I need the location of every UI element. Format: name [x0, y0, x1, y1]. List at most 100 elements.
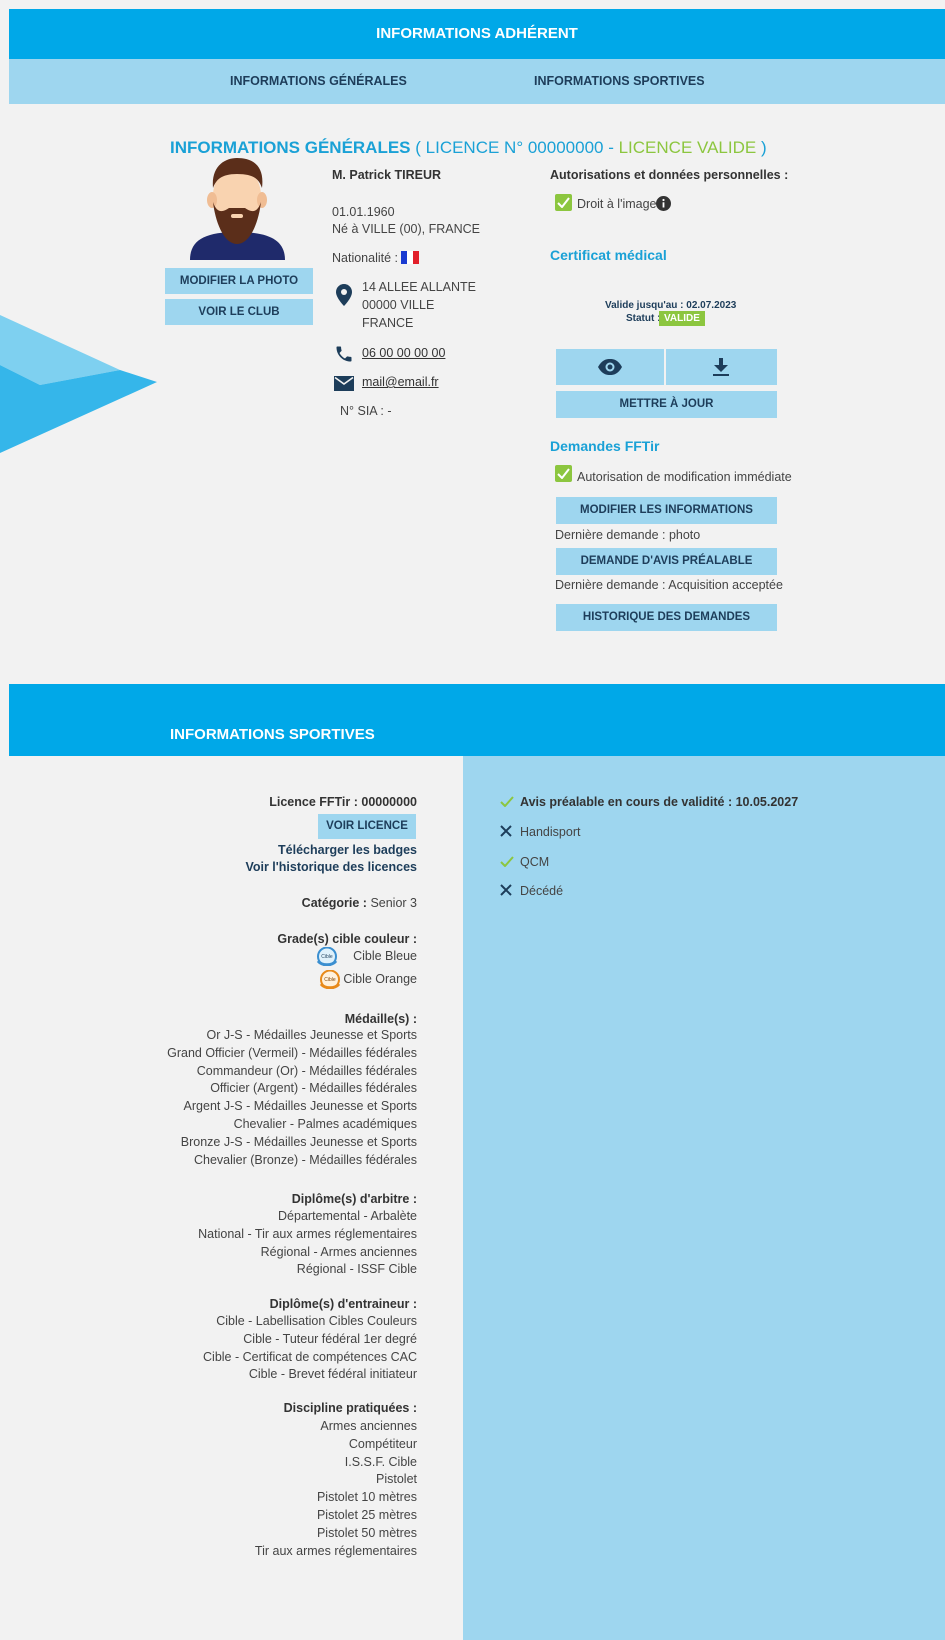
- grade-orange: Cible Orange: [343, 972, 417, 986]
- discipline-item: Pistolet 50 mètres: [316, 1525, 417, 1540]
- discipline-item: Pistolet: [376, 1472, 417, 1487]
- see-licence-button[interactable]: VOIR LICENCE: [318, 814, 416, 839]
- address-line-2: 00000 VILLE: [362, 298, 435, 312]
- general-title-text: INFORMATIONS GÉNÉRALES: [170, 138, 411, 157]
- discipline-item: I.S.S.F. Cible: [344, 1454, 417, 1469]
- medal-item: Chevalier - Palmes académiques: [233, 1116, 417, 1131]
- coach-list: Cible - Labellisation Cibles Couleurs Ci…: [203, 1313, 417, 1384]
- status-label: Décédé: [520, 884, 564, 898]
- svg-text:Cible: Cible: [324, 977, 336, 983]
- coach-item: Cible - Certificat de compétences CAC: [203, 1349, 417, 1364]
- info-icon[interactable]: [656, 196, 671, 211]
- referee-title: Diplôme(s) d'arbitre :: [291, 1192, 417, 1206]
- status-row: Décédé: [500, 884, 563, 898]
- birth-place: Né à VILLE (00), FRANCE: [332, 222, 480, 236]
- discipline-item: Pistolet 10 mètres: [316, 1490, 417, 1505]
- email-icon: [334, 376, 354, 391]
- medical-certificate-title: Certificat médical: [550, 247, 667, 263]
- avatar: [190, 158, 285, 260]
- france-flag-icon: [401, 251, 419, 264]
- cross-icon: [500, 825, 512, 837]
- status-row: Handisport: [500, 825, 580, 839]
- tab-bar: INFORMATIONS GÉNÉRALES INFORMATIONS SPOR…: [9, 59, 945, 104]
- immediate-modification-checkbox[interactable]: [555, 465, 572, 482]
- tab-general-info[interactable]: INFORMATIONS GÉNÉRALES: [230, 59, 407, 104]
- discipline-item: Pistolet 25 mètres: [316, 1507, 417, 1522]
- sia-number: N° SIA : -: [340, 404, 392, 418]
- orange-target-badge-icon: Cible: [319, 970, 341, 989]
- status-label: Avis préalable en cours de validité : 10…: [520, 795, 799, 809]
- licence-fftir: Licence FFTir : 00000000: [269, 795, 417, 809]
- category-label: Catégorie :: [301, 896, 367, 910]
- grades-title: Grade(s) cible couleur :: [277, 932, 417, 946]
- page-header: INFORMATIONS ADHÉRENT: [9, 9, 945, 59]
- licence-history-link[interactable]: Voir l'historique des licences: [245, 860, 417, 874]
- disciplines-title: Discipline pratiquées :: [283, 1401, 417, 1415]
- medal-item: Chevalier (Bronze) - Médailles fédérales: [193, 1152, 417, 1167]
- discipline-item: Tir aux armes réglementaires: [254, 1543, 417, 1558]
- medical-status-label: Statut :: [626, 313, 661, 324]
- download-certificate-button[interactable]: [666, 349, 777, 385]
- member-name: M. Patrick TIREUR: [332, 168, 442, 182]
- image-right-checkbox[interactable]: [555, 194, 572, 211]
- image-right-label: Droit à l'image: [577, 197, 657, 211]
- medal-item: Argent J-S - Médailles Jeunesse et Sport…: [183, 1099, 417, 1114]
- medal-item: Commandeur (Or) - Médailles fédérales: [196, 1063, 417, 1078]
- svg-text:Cible: Cible: [321, 954, 333, 960]
- status-label: Handisport: [520, 825, 581, 839]
- status-label: QCM: [520, 855, 550, 869]
- download-icon: [713, 358, 729, 376]
- category-value: Senior 3: [366, 896, 417, 910]
- address-line-3: FRANCE: [362, 316, 414, 330]
- view-certificate-button[interactable]: [556, 349, 664, 385]
- cross-icon: [500, 884, 512, 896]
- medal-item: Bronze J-S - Médailles Jeunesse et Sport…: [180, 1134, 417, 1149]
- request-history-button[interactable]: HISTORIQUE DES DEMANDES: [556, 604, 777, 631]
- download-badges-link[interactable]: Télécharger les badges: [278, 843, 417, 857]
- prior-opinion-request-button[interactable]: DEMANDE D'AVIS PRÉALABLE: [556, 548, 777, 575]
- location-pin-icon: [336, 284, 352, 306]
- referee-item: Régional - ISSF Cible: [296, 1262, 417, 1277]
- authorizations-title: Autorisations et données personnelles :: [550, 168, 789, 182]
- licence-status: LICENCE VALIDE: [618, 138, 757, 157]
- general-info-title: INFORMATIONS GÉNÉRALES ( LICENCE N° 0000…: [170, 138, 767, 158]
- last-request-photo: Dernière demande : photo: [555, 528, 701, 542]
- email-link[interactable]: mail@email.fr: [362, 375, 439, 389]
- coach-item: Cible - Tuteur fédéral 1er degré: [243, 1331, 417, 1346]
- status-row: Avis préalable en cours de validité : 10…: [500, 795, 798, 809]
- address-line-1: 14 ALLEE ALLANTE: [362, 280, 476, 294]
- chevron-decoration: [0, 315, 157, 453]
- referee-item: National - Tir aux armes réglementaires: [198, 1226, 417, 1241]
- phone-icon: [336, 346, 352, 362]
- modify-information-button[interactable]: MODIFIER LES INFORMATIONS: [556, 497, 777, 524]
- immediate-modification-label: Autorisation de modification immédiate: [577, 470, 792, 484]
- modify-photo-button[interactable]: MODIFIER LA PHOTO: [165, 268, 313, 294]
- licence-number: ( LICENCE N° 00000000 -: [410, 138, 619, 157]
- licence-suffix: ): [756, 138, 767, 157]
- phone-link[interactable]: 06 00 00 00 00: [362, 346, 445, 360]
- update-certificate-button[interactable]: METTRE À JOUR: [556, 391, 777, 418]
- medals-title: Médaille(s) :: [344, 1012, 417, 1026]
- coach-title: Diplôme(s) d'entraineur :: [269, 1297, 417, 1311]
- discipline-item: Compétiteur: [348, 1436, 417, 1451]
- sport-info-title: INFORMATIONS SPORTIVES: [170, 726, 375, 743]
- disciplines-list: Armes anciennes Compétiteur I.S.S.F. Cib…: [255, 1418, 417, 1560]
- medal-item: Grand Officier (Vermeil) - Médailles féd…: [167, 1045, 417, 1060]
- coach-item: Cible - Labellisation Cibles Couleurs: [216, 1314, 417, 1328]
- nationality-label: Nationalité :: [332, 251, 399, 265]
- medals-list: Or J-S - Médailles Jeunesse et Sports Gr…: [167, 1027, 417, 1169]
- see-club-button[interactable]: VOIR LE CLUB: [165, 299, 313, 325]
- sport-info-band: [9, 684, 945, 756]
- medal-item: Or J-S - Médailles Jeunesse et Sports: [206, 1028, 418, 1042]
- referee-list: Départemental - Arbalète National - Tir …: [198, 1208, 417, 1279]
- check-icon: [500, 856, 514, 868]
- requests-title: Demandes FFTir: [550, 438, 660, 454]
- eye-icon: [598, 359, 622, 375]
- referee-item: Départemental - Arbalète: [278, 1209, 417, 1223]
- grade-blue: Cible Bleue: [353, 949, 417, 963]
- medal-item: Officier (Argent) - Médailles fédérales: [210, 1081, 417, 1096]
- referee-item: Régional - Armes anciennes: [260, 1244, 417, 1259]
- tab-sport-info[interactable]: INFORMATIONS SPORTIVES: [534, 59, 705, 104]
- status-row: QCM: [500, 855, 549, 869]
- birth-date: 01.01.1960: [332, 205, 395, 219]
